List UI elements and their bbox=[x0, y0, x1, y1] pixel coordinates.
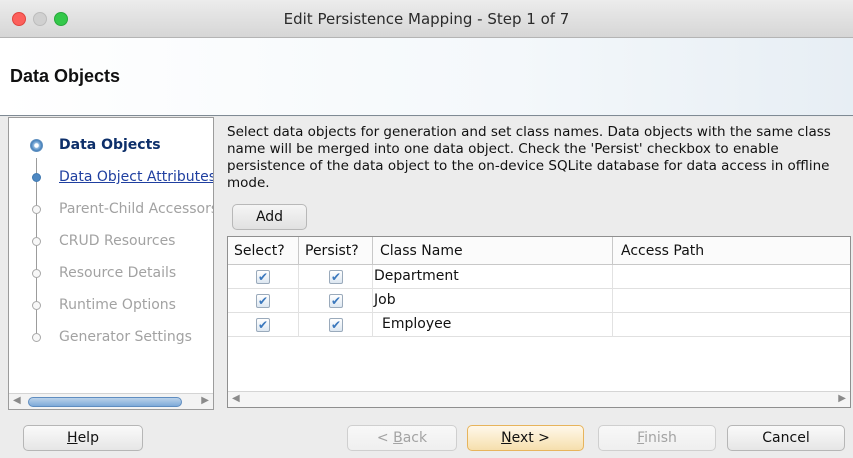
table-row[interactable]: ✔ ✔ Employee bbox=[228, 313, 850, 337]
column-divider bbox=[612, 237, 613, 265]
step-icon bbox=[32, 269, 41, 278]
step-icon bbox=[32, 173, 41, 182]
button-label: inish bbox=[644, 430, 677, 446]
scroll-right-icon[interactable]: ▶ bbox=[201, 395, 209, 406]
wizard-body: Data Objects Data Object Attributes Pare… bbox=[0, 117, 853, 412]
table-horizontal-scrollbar[interactable]: ◀ ▶ bbox=[228, 391, 850, 407]
mnemonic-letter: H bbox=[67, 430, 78, 446]
column-header-persist[interactable]: Persist? bbox=[305, 243, 359, 259]
wizard-header: Data Objects bbox=[0, 38, 853, 116]
persist-checkbox[interactable]: ✔ bbox=[329, 294, 343, 308]
button-label: elp bbox=[77, 430, 99, 446]
steps-horizontal-scrollbar[interactable]: ◀ ▶ bbox=[9, 393, 213, 409]
table-row[interactable]: ✔ ✔ Department bbox=[228, 265, 850, 289]
class-name-cell[interactable]: Job bbox=[374, 292, 396, 308]
button-label: ext > bbox=[511, 430, 550, 446]
cell-divider bbox=[612, 265, 613, 289]
data-objects-panel: Select data objects for generation and s… bbox=[224, 117, 853, 412]
step-data-objects[interactable]: Data Objects bbox=[9, 132, 213, 158]
wizard-footer: Help < Back Next > Finish Cancel bbox=[0, 412, 853, 458]
step-label: Data Objects bbox=[59, 137, 161, 153]
cell-divider bbox=[372, 265, 373, 289]
page-title: Data Objects bbox=[10, 66, 121, 86]
step-runtime-options: Runtime Options bbox=[9, 292, 213, 318]
step-label: CRUD Resources bbox=[59, 233, 176, 249]
help-button[interactable]: Help bbox=[23, 425, 143, 451]
cancel-button[interactable]: Cancel bbox=[727, 425, 845, 451]
back-button[interactable]: < Back bbox=[347, 425, 457, 451]
add-button[interactable]: Add bbox=[232, 204, 307, 230]
data-objects-table: Select? Persist? Class Name Access Path … bbox=[227, 236, 851, 408]
cell-divider bbox=[372, 313, 373, 337]
cell-divider bbox=[298, 289, 299, 313]
step-data-object-attributes[interactable]: Data Object Attributes bbox=[9, 164, 213, 190]
mnemonic-letter: B bbox=[393, 430, 403, 446]
step-label: Runtime Options bbox=[59, 297, 176, 313]
window-title: Edit Persistence Mapping - Step 1 of 7 bbox=[283, 10, 570, 28]
next-button[interactable]: Next > bbox=[467, 425, 584, 451]
column-divider bbox=[372, 237, 373, 265]
cell-divider bbox=[298, 313, 299, 337]
cell-divider bbox=[612, 313, 613, 337]
persist-checkbox[interactable]: ✔ bbox=[329, 270, 343, 284]
select-checkbox[interactable]: ✔ bbox=[256, 270, 270, 284]
column-header-class-name[interactable]: Class Name bbox=[380, 243, 463, 259]
step-resource-details: Resource Details bbox=[9, 260, 213, 286]
cell-divider bbox=[612, 289, 613, 313]
cell-divider bbox=[372, 289, 373, 313]
column-header-select[interactable]: Select? bbox=[234, 243, 285, 259]
step-icon bbox=[32, 333, 41, 342]
button-label: ack bbox=[402, 430, 428, 446]
step-crud-resources: CRUD Resources bbox=[9, 228, 213, 254]
step-parent-child-accessors: Parent-Child Accessors bbox=[9, 196, 213, 222]
class-name-cell[interactable]: Department bbox=[374, 268, 459, 284]
step-icon bbox=[32, 205, 41, 214]
step-icon bbox=[32, 301, 41, 310]
select-checkbox[interactable]: ✔ bbox=[256, 294, 270, 308]
scroll-left-icon[interactable]: ◀ bbox=[232, 393, 240, 404]
current-step-icon bbox=[30, 139, 43, 152]
column-divider bbox=[298, 237, 299, 265]
finish-button[interactable]: Finish bbox=[598, 425, 716, 451]
column-header-access-path[interactable]: Access Path bbox=[621, 243, 704, 259]
step-generator-settings: Generator Settings bbox=[9, 324, 213, 350]
instructions-text: Select data objects for generation and s… bbox=[227, 124, 831, 191]
step-link[interactable]: Data Object Attributes bbox=[59, 169, 213, 185]
select-checkbox[interactable]: ✔ bbox=[256, 318, 270, 332]
step-icon bbox=[32, 237, 41, 246]
step-label: Generator Settings bbox=[59, 329, 192, 345]
scroll-left-icon[interactable]: ◀ bbox=[13, 395, 21, 406]
step-label: Resource Details bbox=[59, 265, 177, 281]
cell-divider bbox=[298, 265, 299, 289]
mnemonic-letter: N bbox=[501, 430, 512, 446]
persist-checkbox[interactable]: ✔ bbox=[329, 318, 343, 332]
scrollbar-thumb[interactable] bbox=[28, 397, 182, 407]
scroll-right-icon[interactable]: ▶ bbox=[838, 393, 846, 404]
title-bar: Edit Persistence Mapping - Step 1 of 7 bbox=[0, 0, 853, 38]
step-label: Parent-Child Accessors bbox=[59, 201, 213, 217]
button-prefix: < bbox=[376, 430, 394, 446]
wizard-steps-panel: Data Objects Data Object Attributes Pare… bbox=[8, 117, 214, 410]
class-name-cell[interactable]: Employee bbox=[382, 316, 451, 332]
table-header: Select? Persist? Class Name Access Path bbox=[228, 237, 850, 265]
table-row[interactable]: ✔ ✔ Job bbox=[228, 289, 850, 313]
